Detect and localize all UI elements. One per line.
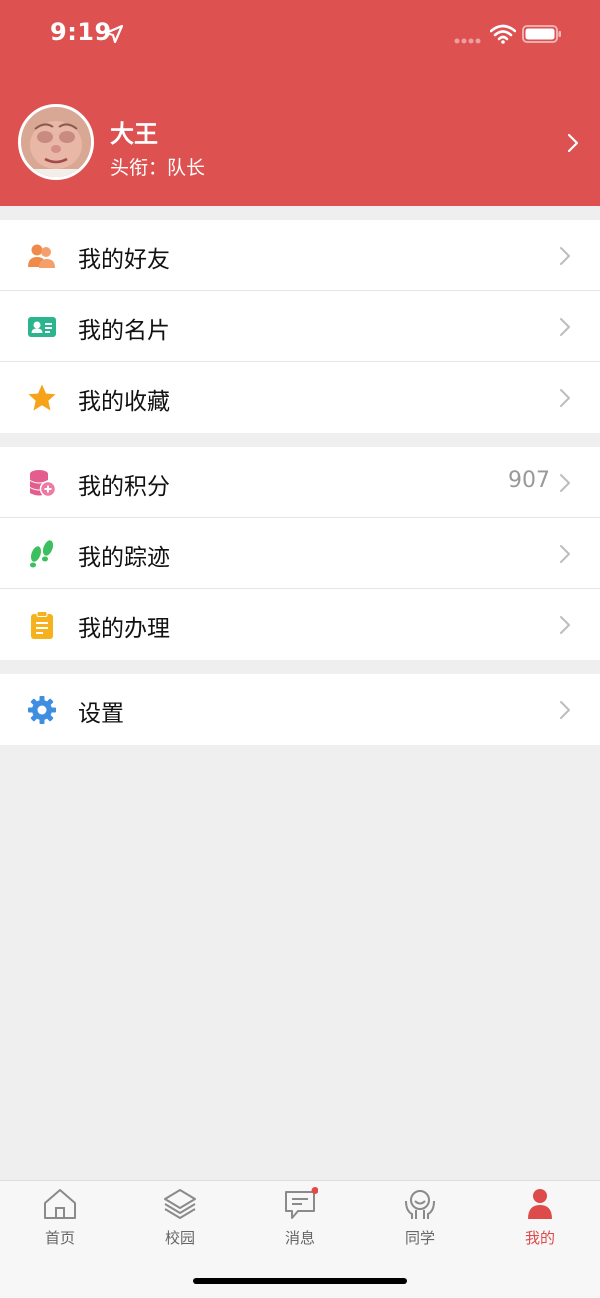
- location-arrow-icon: [104, 24, 124, 44]
- menu-item-label: 设置: [78, 701, 124, 727]
- menu-item-points[interactable]: 我的积分 907: [0, 447, 600, 518]
- footprints-icon: [30, 540, 54, 568]
- layers-icon: [164, 1189, 196, 1219]
- menu-group-social: 我的好友 我的名片 我的收藏: [0, 220, 600, 433]
- tab-campus[interactable]: 校园: [120, 1187, 240, 1251]
- tab-label: 消息: [284, 1229, 315, 1247]
- message-icon: [285, 1187, 318, 1219]
- chevron-right-icon: [560, 247, 570, 265]
- chevron-right-icon[interactable]: [566, 132, 580, 154]
- tab-me[interactable]: 我的: [480, 1187, 600, 1251]
- battery-icon: [522, 25, 561, 43]
- tab-messages[interactable]: 消息: [240, 1187, 360, 1251]
- wifi-icon: [490, 24, 516, 44]
- chevron-right-icon: [560, 701, 570, 719]
- cellular-signal-icon: [454, 38, 481, 44]
- home-icon: [44, 1189, 76, 1219]
- chevron-right-icon: [560, 474, 570, 492]
- menu-item-favorites[interactable]: 我的收藏: [0, 362, 600, 433]
- person-icon: [528, 1189, 552, 1219]
- profile-header: 9:19 大王 头衔：队长: [0, 0, 600, 206]
- profile-title-label: 头衔：: [110, 157, 168, 179]
- points-value: 907: [508, 468, 550, 493]
- profile-name[interactable]: 大王: [110, 114, 158, 149]
- clipboard-icon: [31, 611, 53, 639]
- menu-group-records: 我的积分 907 我的踪迹 我的办理: [0, 447, 600, 660]
- gear-icon: [28, 696, 56, 724]
- chevron-right-icon: [560, 318, 570, 336]
- menu-group-settings: 设置: [0, 674, 600, 745]
- menu-item-label: 我的好友: [78, 247, 170, 273]
- chevron-right-icon: [560, 389, 570, 407]
- avatar-image: [21, 107, 91, 177]
- menu-item-card[interactable]: 我的名片: [0, 291, 600, 362]
- tab-label: 同学: [404, 1229, 435, 1247]
- menu-item-label: 我的踪迹: [78, 545, 170, 571]
- menu-item-label: 我的办理: [78, 616, 170, 642]
- tab-classmates[interactable]: 同学: [360, 1187, 480, 1251]
- menu-item-handling[interactable]: 我的办理: [0, 589, 600, 660]
- menu-item-settings[interactable]: 设置: [0, 674, 600, 745]
- menu-item-label: 我的积分: [78, 474, 170, 500]
- menu-item-footprints[interactable]: 我的踪迹: [0, 518, 600, 589]
- menu-item-label: 我的收藏: [78, 389, 170, 415]
- friends-icon: [28, 244, 55, 268]
- points-icon: [30, 470, 57, 498]
- tab-label: 校园: [164, 1229, 195, 1247]
- menu-item-label: 我的名片: [78, 318, 170, 344]
- menu-item-friends[interactable]: 我的好友: [0, 220, 600, 291]
- chevron-right-icon: [560, 545, 570, 563]
- tab-home[interactable]: 首页: [0, 1187, 120, 1251]
- chevron-right-icon: [560, 616, 570, 634]
- profile-title: 头衔：队长: [110, 153, 205, 180]
- profile-title-value: 队长: [167, 157, 206, 179]
- home-indicator[interactable]: [193, 1278, 407, 1284]
- classmates-icon: [405, 1190, 435, 1219]
- status-time: 9:19: [50, 18, 112, 46]
- card-icon: [28, 317, 56, 337]
- tab-label: 我的: [524, 1229, 555, 1247]
- tab-label: 首页: [44, 1229, 75, 1247]
- star-icon: [28, 384, 56, 411]
- avatar[interactable]: [18, 104, 94, 180]
